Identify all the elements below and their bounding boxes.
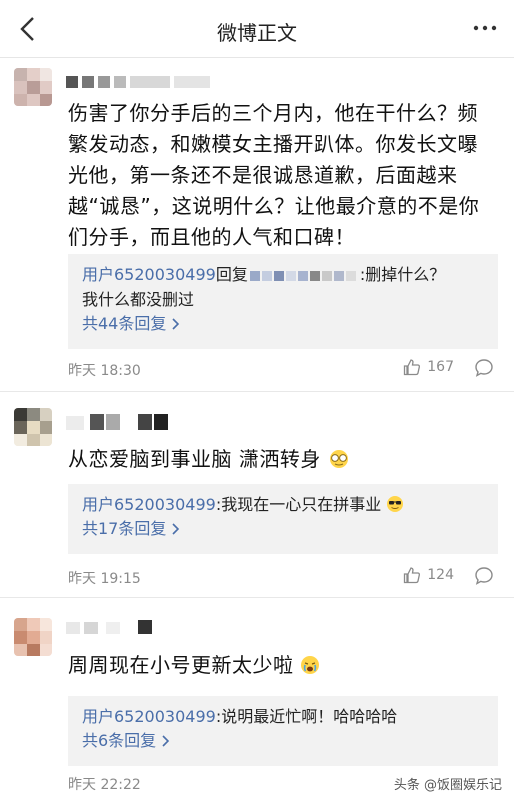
comment-meta: 昨天 18:30 167 [68,358,498,380]
avatar[interactable] [14,618,52,656]
mosaic-icon [249,271,356,281]
page-title: 微博正文 [217,21,297,45]
reply-text: :说明最近忙啊！哈哈哈哈 [215,707,398,726]
avatar[interactable] [14,408,52,446]
reply-username[interactable]: 用户6520030499 [82,265,216,284]
timestamp: 昨天 22:22 [68,777,141,793]
comment-text: 伤害了你分手后的三个月内，他在干什么？频繁发动态，和嫩模女主播开趴体。你发长文曝… [68,101,480,249]
view-replies-label: 共17条回复 [82,519,167,538]
reply-line: 用户6520030499回复 :删掉什么？ [82,262,484,287]
reply-username[interactable]: 用户6520030499 [82,707,216,726]
reply-line-2: 我什么都没删过 [82,290,195,309]
view-replies-link[interactable]: 共6条回复 [82,729,170,753]
glasses-emoji-icon [329,450,348,468]
reply-box[interactable]: 用户6520030499回复 :删掉什么？ 我什么都没删过 共44条回复 [68,254,498,349]
comment-2: 从恋爱脑到事业脑 潇洒转身 用户6520030499:我现在一心只在拼事业 共1… [0,392,514,597]
reply-text: :我现在一心只在拼事业 [215,495,382,514]
nav-bar: 微博正文 [0,0,514,58]
view-replies-link[interactable]: 共17条回复 [82,517,180,541]
reply-line: 用户6520030499:我现在一心只在拼事业 [82,492,484,517]
reply-line: 用户6520030499:说明最近忙啊！哈哈哈哈 [82,704,484,729]
comment-bubble-icon[interactable] [474,358,494,378]
like-button[interactable]: 124 [403,566,454,584]
like-count: 167 [427,359,454,375]
view-replies-label: 共44条回复 [82,314,167,333]
like-count: 124 [427,567,454,583]
chevron-right-icon [162,735,170,747]
reply-username[interactable]: 用户6520030499 [82,495,216,514]
reply-box[interactable]: 用户6520030499:我现在一心只在拼事业 共17条回复 [68,484,498,554]
reply-box[interactable]: 用户6520030499:说明最近忙啊！哈哈哈哈 共6条回复 [68,696,498,766]
reply-text: :删掉什么？ [359,265,446,284]
nickname-mosaic[interactable] [66,618,166,636]
comment-meta: 昨天 19:15 124 [68,566,498,588]
nickname-mosaic[interactable] [66,412,186,430]
comment-text: 周周现在小号更新太少啦 [68,650,498,681]
thumbs-up-icon [404,567,421,584]
more-dots-icon[interactable] [472,18,498,38]
like-button[interactable]: 167 [403,358,454,376]
avatar[interactable] [14,68,52,106]
chevron-right-icon [172,318,180,330]
view-replies-label: 共6条回复 [82,731,157,750]
crying-emoji-icon [301,656,320,674]
comment-bubble-icon[interactable] [474,566,494,586]
view-replies-link[interactable]: 共44条回复 [82,312,180,336]
nickname-mosaic[interactable] [66,72,216,90]
watermark: 头条 @饭圈娱乐记 [393,778,502,793]
timestamp: 昨天 19:15 [68,571,141,587]
comment-text-content: 周周现在小号更新太少啦 [68,653,294,677]
comment-1: 伤害了你分手后的三个月内，他在干什么？频繁发动态，和嫩模女主播开趴体。你发长文曝… [0,58,514,391]
timestamp: 昨天 18:30 [68,363,141,379]
sunglasses-emoji-icon [387,496,404,512]
comment-text: 从恋爱脑到事业脑 潇洒转身 [68,444,498,475]
reply-action: 回复 [215,265,248,284]
chevron-right-icon [172,523,180,535]
comment-text-content: 从恋爱脑到事业脑 潇洒转身 [68,447,321,471]
thumbs-up-icon [404,359,421,376]
comment-3: 周周现在小号更新太少啦 用户6520030499:说明最近忙啊！哈哈哈哈 共6条… [0,598,514,800]
